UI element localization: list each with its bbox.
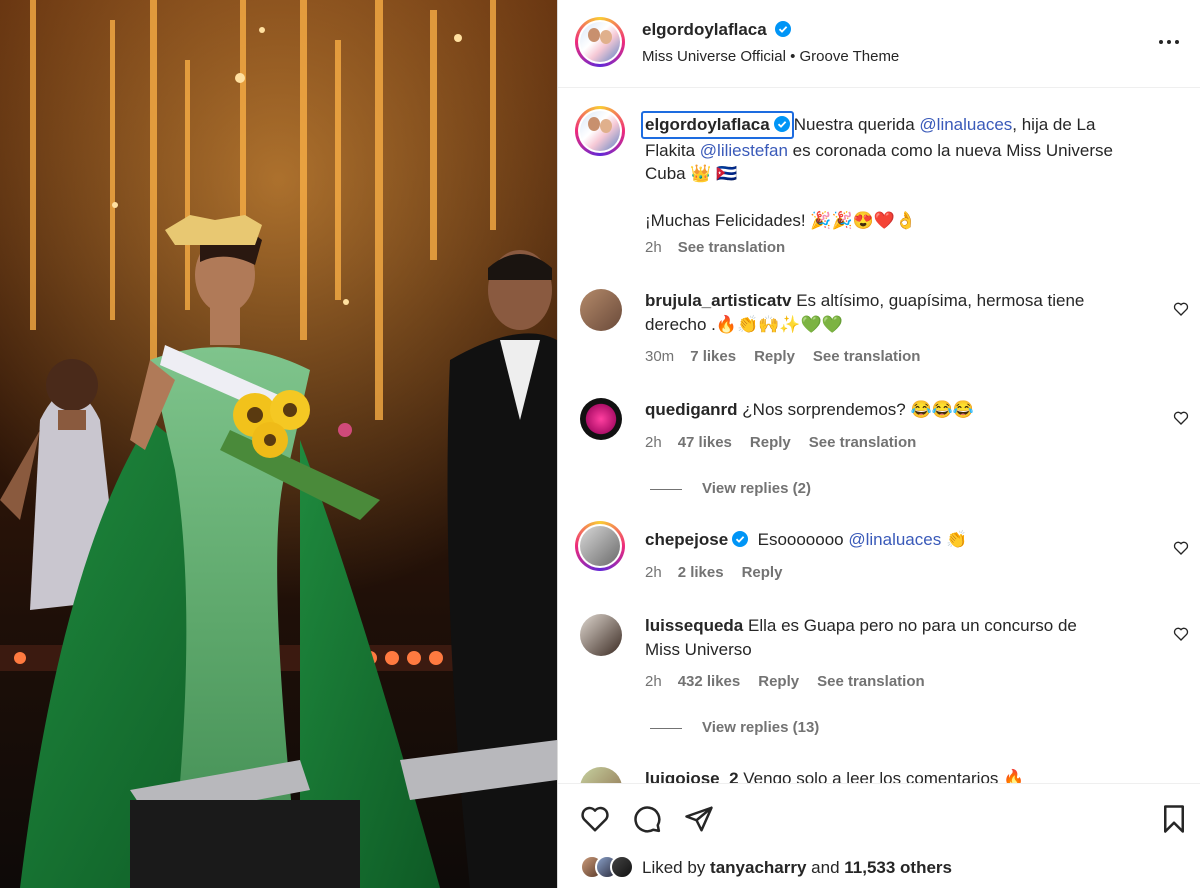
liked-prefix: Liked by: [642, 858, 711, 877]
view-replies-button[interactable]: View replies (2): [650, 480, 811, 497]
caption-text: es coronada como la nueva Miss Universe: [787, 140, 1113, 160]
author-avatar[interactable]: [575, 17, 625, 67]
view-replies-button[interactable]: View replies (13): [650, 719, 819, 736]
comment-username[interactable]: luissequeda: [645, 616, 743, 635]
caption-avatar[interactable]: [575, 106, 625, 156]
mention-link[interactable]: @linaluaces: [919, 115, 1012, 134]
caption-text: ¡Muchas Felicidades! 🎉🎉😍❤️👌: [645, 211, 917, 230]
liked-user[interactable]: tanyacharry: [710, 858, 806, 877]
audio-line[interactable]: Miss Universe Official • Groove Theme: [642, 48, 899, 65]
caption-text: Nuestra querida: [793, 115, 920, 134]
comment-text: derecho .🔥👏🙌✨💚💚: [645, 314, 843, 334]
heart-icon[interactable]: [580, 804, 610, 834]
comment-likes[interactable]: 2 likes: [678, 564, 724, 581]
verified-badge-icon: [773, 116, 790, 132]
comment-text: Esooooooo: [757, 530, 849, 549]
bookmark-icon[interactable]: [1159, 804, 1189, 834]
liked-and: and: [806, 858, 845, 877]
comment-time: 2h: [645, 564, 662, 581]
caption-username: elgordoylaflaca: [645, 115, 770, 134]
reply-button[interactable]: Reply: [742, 564, 783, 581]
caption-username-link[interactable]: elgordoylaflaca: [641, 111, 794, 139]
comment-like-heart-icon[interactable]: [1173, 540, 1189, 556]
verified-badge-icon: [775, 21, 792, 37]
liked-others[interactable]: 11,533 others: [844, 858, 952, 877]
caption-text: , hija de La: [1012, 115, 1096, 134]
reply-button[interactable]: Reply: [754, 348, 795, 365]
comment-username[interactable]: brujula_artisticatv: [645, 291, 791, 310]
see-translation-link[interactable]: See translation: [809, 434, 917, 451]
post-header: elgordoylaflaca Miss Universe Official •…: [558, 0, 1200, 88]
comment-avatar[interactable]: [575, 521, 625, 571]
verified-badge-icon: [732, 531, 749, 547]
comment-like-heart-icon[interactable]: [1173, 301, 1189, 317]
share-icon[interactable]: [684, 804, 714, 834]
comment-text: Miss Universo: [645, 639, 752, 659]
comment-time: 2h: [645, 434, 662, 451]
comments-list[interactable]: elgordoylaflaca Nuestra querida @linalua…: [558, 89, 1200, 783]
author-username[interactable]: elgordoylaflaca: [642, 20, 767, 39]
comment-like-heart-icon[interactable]: [1173, 410, 1189, 426]
comment-time: 30m: [645, 348, 675, 365]
caption-text: Cuba 👑 🇨🇺: [645, 164, 738, 183]
pageant-photo: [0, 0, 557, 888]
see-translation-link[interactable]: See translation: [678, 239, 786, 256]
comment-avatar[interactable]: [580, 398, 622, 440]
mention-link[interactable]: @linaluaces: [848, 530, 941, 549]
caption-text: Flakita: [645, 140, 700, 160]
comment-text: Ella es Guapa pero no para un concurso d…: [748, 616, 1077, 635]
comment-likes[interactable]: 432 likes: [678, 673, 741, 690]
liker-avatar: [610, 855, 634, 879]
comment-avatar[interactable]: [580, 289, 622, 331]
comment-like-heart-icon[interactable]: [1173, 626, 1189, 642]
comment-likes[interactable]: 47 likes: [678, 434, 732, 451]
mention-link[interactable]: @liliestefan: [700, 141, 788, 160]
comment-icon[interactable]: [632, 804, 662, 834]
comment-username[interactable]: luigojose_2: [645, 769, 739, 783]
comment-username[interactable]: quediganrd: [645, 400, 738, 419]
reply-button[interactable]: Reply: [750, 434, 791, 451]
caption-time: 2h: [645, 239, 662, 256]
comment-likes[interactable]: 7 likes: [690, 348, 736, 365]
comment-text: Vengo solo a leer los comentarios 🔥: [743, 769, 1025, 783]
see-translation-link[interactable]: See translation: [813, 348, 921, 365]
likes-summary[interactable]: Liked by tanyacharry and 11,533 others: [580, 855, 952, 879]
more-options-icon[interactable]: [1157, 30, 1181, 54]
comment-text: Es altísimo, guapísima, hermosa tiene: [796, 291, 1085, 310]
comment-avatar[interactable]: [580, 767, 622, 783]
see-translation-link[interactable]: See translation: [817, 673, 925, 690]
comment-text: ¿Nos sorprendemos? 😂😂😂: [742, 400, 974, 419]
reply-button[interactable]: Reply: [758, 673, 799, 690]
action-bar: Liked by tanyacharry and 11,533 others: [558, 783, 1200, 888]
comment-time: 2h: [645, 673, 662, 690]
comment-text: 👏: [941, 530, 968, 549]
post-details-panel: elgordoylaflaca Miss Universe Official •…: [557, 0, 1200, 888]
post-media[interactable]: [0, 0, 557, 888]
comment-username[interactable]: chepejose: [645, 530, 728, 549]
comment-avatar[interactable]: [580, 614, 622, 656]
